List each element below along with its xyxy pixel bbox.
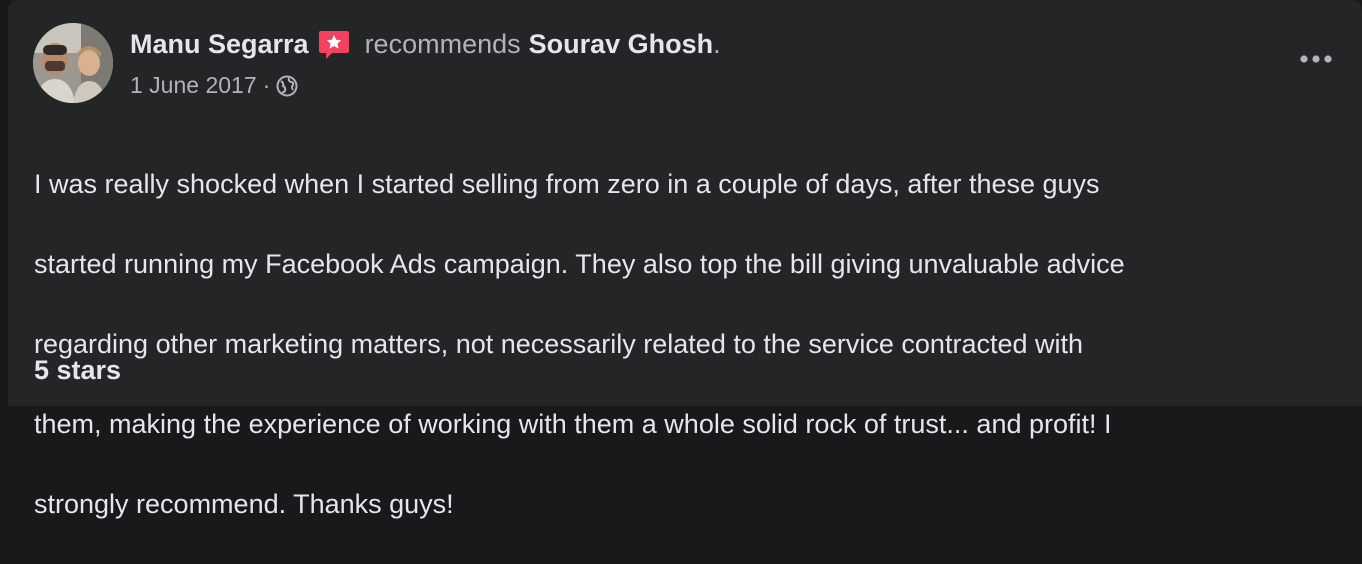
ellipsis-icon	[1300, 55, 1332, 63]
avatar-photo	[33, 23, 113, 103]
author-avatar[interactable]	[33, 23, 113, 103]
recommends-text: recommends	[364, 28, 521, 59]
rating-text: 5 stars	[34, 355, 122, 385]
author-name-link[interactable]: Manu Segarra	[130, 29, 309, 60]
header-period: .	[713, 28, 721, 59]
review-card: Manu Segarra recommends Sourav Ghosh. 1 …	[8, 0, 1362, 519]
more-options-button[interactable]	[1296, 44, 1336, 74]
recommended-page-link[interactable]: Sourav Ghosh	[529, 29, 714, 60]
post-header-line: Manu Segarra recommends Sourav Ghosh.	[130, 26, 721, 62]
review-body-line: I was really shocked when I started sell…	[34, 169, 1100, 199]
review-body-line: them, making the experience of working w…	[34, 409, 1112, 439]
post-date-link[interactable]: 1 June 2017	[130, 72, 257, 99]
globe-icon[interactable]	[276, 75, 298, 97]
meta-separator: ·	[262, 71, 271, 98]
post-meta-line: 1 June 2017 ·	[130, 70, 298, 100]
pink-star-speech-bubble-icon	[317, 28, 351, 62]
review-body-line: regarding other marketing matters, not n…	[34, 329, 1084, 359]
review-body-line: strongly recommend. Thanks guys!	[34, 489, 454, 519]
review-body: I was really shocked when I started sell…	[34, 124, 1334, 564]
review-body-line: started running my Facebook Ads campaign…	[34, 249, 1125, 279]
